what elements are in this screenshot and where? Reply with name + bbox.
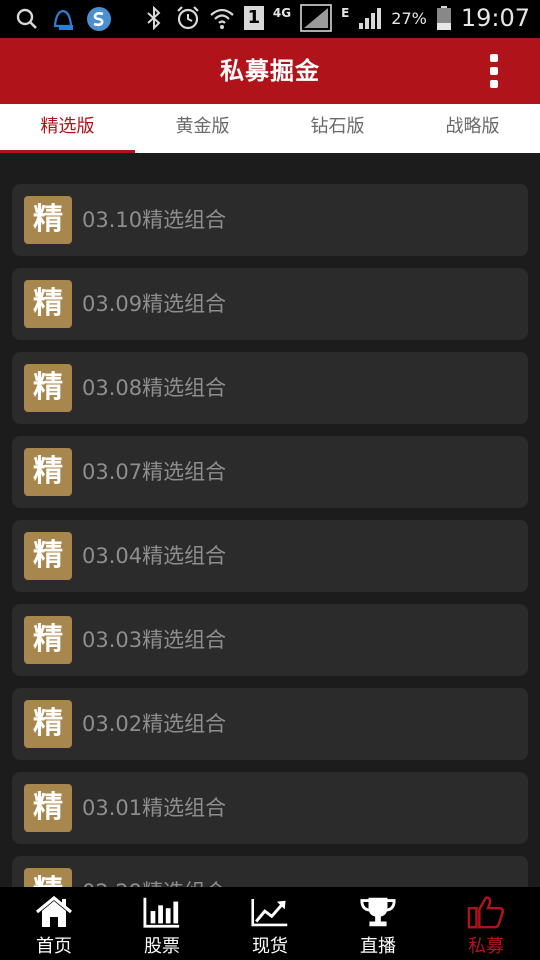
list-item-label: 03.01精选组合	[82, 796, 227, 820]
nav-item-live[interactable]: 直播	[324, 887, 432, 960]
trend-icon	[251, 894, 289, 930]
wifi-icon	[209, 4, 235, 32]
nav-item-private[interactable]: 私募	[432, 887, 540, 960]
nav-label: 股票	[144, 936, 180, 957]
featured-badge: 精	[24, 700, 72, 748]
list-item-label: 03.08精选组合	[82, 376, 227, 400]
featured-badge: 精	[24, 448, 72, 496]
nav-item-stocks[interactable]: 股票	[108, 887, 216, 960]
list-item[interactable]: 精 02.29精选组合	[12, 856, 528, 887]
search-icon	[14, 5, 40, 33]
list-item-label: 03.10精选组合	[82, 208, 227, 232]
nav-label: 直播	[360, 936, 396, 957]
notification-icon	[50, 5, 76, 33]
tab-bar: 精选版 黄金版 钻石版 战略版	[0, 104, 540, 153]
featured-badge: 精	[24, 364, 72, 412]
battery-percent: 27%	[391, 8, 427, 28]
tab-gold[interactable]: 黄金版	[135, 104, 270, 153]
list-item[interactable]: 精 03.04精选组合	[12, 520, 528, 592]
tab-featured[interactable]: 精选版	[0, 104, 135, 153]
list-item[interactable]: 精 03.01精选组合	[12, 772, 528, 844]
list-item[interactable]: 精 03.03精选组合	[12, 604, 528, 676]
bluetooth-icon	[141, 4, 167, 32]
list-item-label: 03.07精选组合	[82, 460, 227, 484]
network-type-label-2: E	[341, 6, 350, 20]
nav-label: 私募	[468, 936, 504, 957]
featured-badge: 精	[24, 868, 72, 887]
list-item[interactable]: 精 03.10精选组合	[12, 184, 528, 256]
more-vertical-icon[interactable]	[484, 54, 504, 88]
app-header: 私募掘金	[0, 38, 540, 104]
portfolio-list[interactable]: 精 03.10精选组合 精 03.09精选组合 精 03.08精选组合 精 03…	[0, 153, 540, 887]
list-item[interactable]: 精 03.02精选组合	[12, 688, 528, 760]
nav-label: 现货	[252, 936, 288, 957]
list-item[interactable]: 精 03.09精选组合	[12, 268, 528, 340]
featured-badge: 精	[24, 784, 72, 832]
list-item-label: 03.04精选组合	[82, 544, 227, 568]
featured-badge: 精	[24, 196, 72, 244]
network-type-label: 4G	[272, 6, 292, 20]
list-item-label: 03.02精选组合	[82, 712, 227, 736]
list-item-label: 03.09精选组合	[82, 292, 227, 316]
battery-icon	[435, 4, 453, 32]
trophy-icon	[359, 894, 397, 930]
list-item[interactable]: 精 03.08精选组合	[12, 352, 528, 424]
sim-icon: 1	[243, 4, 265, 32]
list-item-label: 02.29精选组合	[82, 856, 226, 887]
clock: 19:07	[460, 4, 530, 32]
signal-icon	[299, 4, 333, 32]
bottom-nav: 首页 股票 现货 直播 私募	[0, 887, 540, 960]
nav-label: 首页	[36, 936, 72, 957]
status-bar: 1 4G E 27% 19:07	[0, 0, 540, 38]
featured-badge: 精	[24, 616, 72, 664]
bar-chart-icon	[143, 894, 181, 930]
page-title: 私募掘金	[220, 57, 320, 85]
tab-diamond[interactable]: 钻石版	[270, 104, 405, 153]
featured-badge: 精	[24, 280, 72, 328]
tab-strategy[interactable]: 战略版	[405, 104, 540, 153]
signal-icon-2	[357, 4, 383, 32]
browser-icon	[86, 5, 112, 33]
list-item[interactable]: 精 03.07精选组合	[12, 436, 528, 508]
alarm-icon	[175, 4, 201, 32]
home-icon	[35, 894, 73, 930]
nav-item-spot[interactable]: 现货	[216, 887, 324, 960]
featured-badge: 精	[24, 532, 72, 580]
thumbs-up-icon	[467, 894, 505, 930]
nav-item-home[interactable]: 首页	[0, 887, 108, 960]
list-item-label: 03.03精选组合	[82, 628, 227, 652]
